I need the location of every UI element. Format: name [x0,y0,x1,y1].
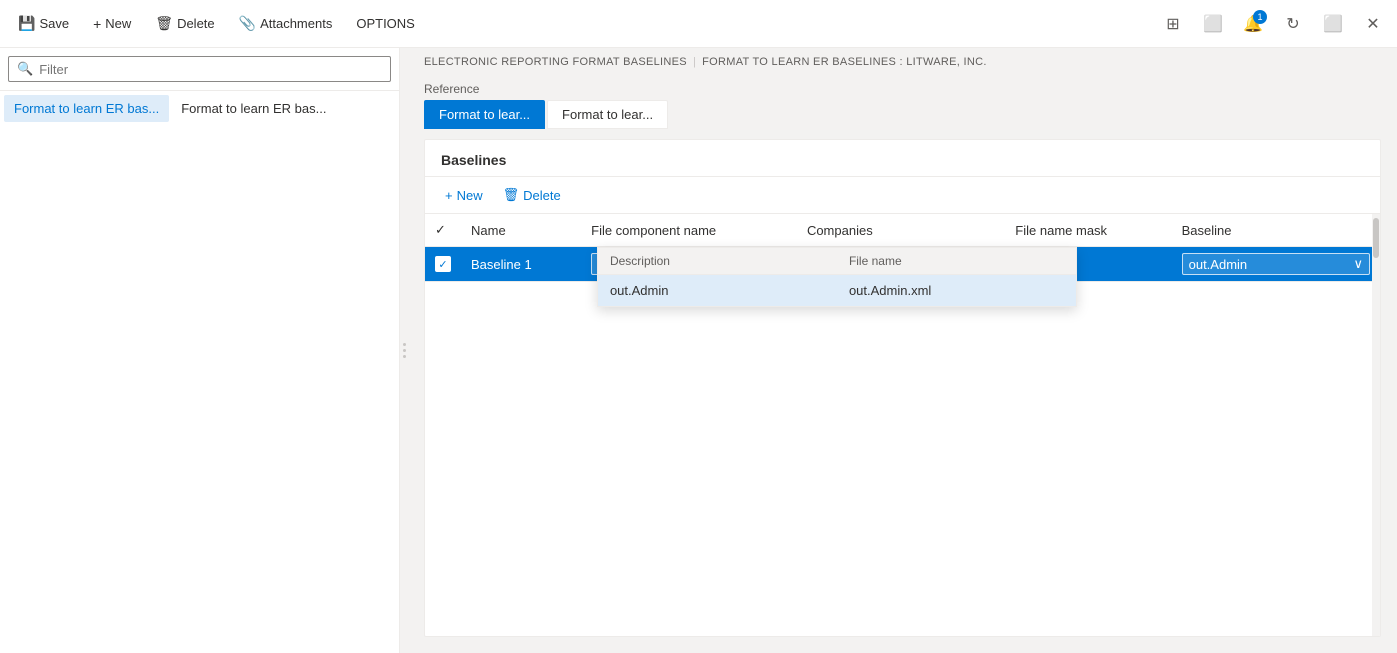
grid-icon[interactable]: ⊞ [1157,8,1189,40]
col-name: Name [461,214,581,247]
baselines-delete-icon: 🗑 [503,187,520,203]
table-wrapper: ✓ Name File component name Companies [425,214,1380,636]
delete-button[interactable]: 🗑 Delete [145,9,224,38]
attachment-icon: 📎 [239,15,256,32]
baselines-title: Baselines [425,140,1380,177]
office-icon[interactable]: ⬜ [1197,8,1229,40]
attachments-button[interactable]: 📎 Attachments [229,9,343,38]
table-row[interactable]: ✓ Baseline 1 Output ∨ [425,247,1380,282]
companies-dropdown-popup: Description File name out.Admin out.Admi… [597,247,1077,307]
scrollbar-thumb[interactable] [1373,218,1379,258]
maximize-icon[interactable]: ⬜ [1317,8,1349,40]
reference-tab-1[interactable]: Format to lear... [424,100,545,129]
baselines-add-icon: + [445,188,453,203]
col-baseline: Baseline [1172,214,1380,247]
popup-row[interactable]: out.Admin out.Admin.xml [598,275,1076,306]
dropdown-chevron-icon: ∨ [1353,256,1363,272]
baselines-toolbar: + New 🗑 Delete [425,177,1380,214]
scrollbar-track[interactable] [1372,214,1380,636]
notification-badge: 1 [1253,10,1267,24]
main-layout: 🔍 Format to learn ER bas... Format to le… [0,48,1397,653]
toolbar-right: ⊞ ⬜ 🔔 1 ↻ ⬜ ✕ [1157,8,1389,40]
add-icon: + [93,16,101,32]
right-panel: ELECTRONIC REPORTING FORMAT BASELINES | … [408,48,1397,653]
row-baseline-cell[interactable]: out.Admin ∨ [1172,247,1380,282]
reference-label: Reference [424,82,1381,96]
breadcrumb: ELECTRONIC REPORTING FORMAT BASELINES | … [408,48,1397,76]
col-file-name-mask: File name mask [1005,214,1171,247]
filter-input[interactable] [39,62,382,77]
notification-icon[interactable]: 🔔 1 [1237,8,1269,40]
table-header-row: ✓ Name File component name Companies [425,214,1380,247]
col-companies: Companies [797,214,1005,247]
new-button[interactable]: + New [83,10,141,38]
baselines-card: Baselines + New 🗑 Delete [424,139,1381,637]
popup-filename: out.Admin.xml [837,275,1076,306]
row-check-cell: ✓ [425,247,461,282]
resizer-dots [403,343,406,358]
popup-header: Description File name [598,248,1076,275]
baseline-dropdown[interactable]: out.Admin ∨ [1182,253,1370,275]
filter-box: 🔍 [0,48,399,91]
popup-col2-header: File name [837,248,1076,274]
row-checkmark: ✓ [435,256,451,272]
popup-col1-header: Description [598,248,837,274]
baselines-new-button[interactable]: + New [437,184,491,207]
list-item[interactable]: Format to learn ER bas... [4,95,169,122]
close-icon[interactable]: ✕ [1357,8,1389,40]
popup-description: out.Admin [598,275,837,306]
left-panel: 🔍 Format to learn ER bas... Format to le… [0,48,400,653]
row-companies-cell[interactable]: ∨ Description File name out.Admi [797,247,1005,282]
reference-tab-2[interactable]: Format to lear... [547,100,668,129]
save-icon: 💾 [18,15,35,32]
panel-resizer[interactable] [400,48,408,653]
col-check: ✓ [425,214,461,247]
reference-section: Reference Format to lear... Format to le… [408,76,1397,139]
col-file-component: File component name [581,214,797,247]
row-name-cell: Baseline 1 [461,247,581,282]
baselines-delete-button[interactable]: 🗑 Delete [495,183,569,207]
save-button[interactable]: 💾 Save [8,9,79,38]
filter-input-wrapper: 🔍 [8,56,391,82]
list-item[interactable]: Format to learn ER bas... [171,95,336,122]
toolbar: 💾 Save + New 🗑 Delete 📎 Attachments OPTI… [0,0,1397,48]
baselines-table: ✓ Name File component name Companies [425,214,1380,282]
search-icon: 🔍 [17,61,33,77]
delete-icon: 🗑 [155,15,173,32]
options-button[interactable]: OPTIONS [346,10,425,37]
reference-tabs: Format to lear... Format to lear... [424,100,1381,129]
list-items: Format to learn ER bas... Format to lear… [0,91,399,126]
refresh-icon[interactable]: ↻ [1277,8,1309,40]
